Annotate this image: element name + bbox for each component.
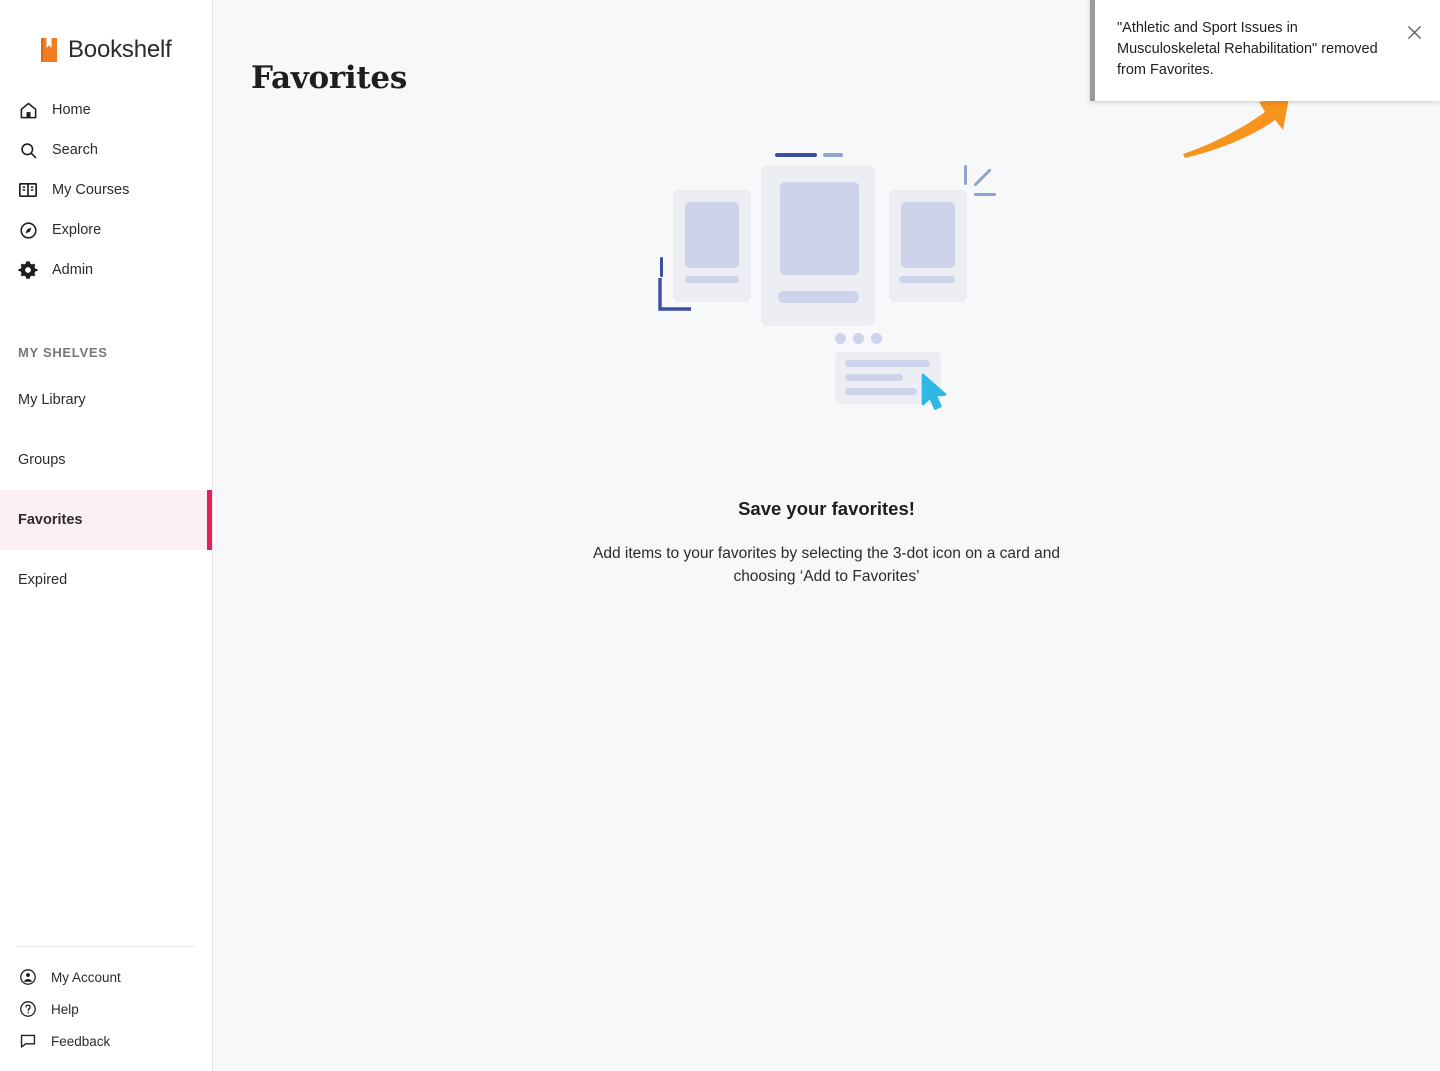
brand-name: Bookshelf [68, 36, 172, 63]
main-content: Favorites Save your favorites! Add items… [213, 0, 1440, 1071]
toast-notification: "Athletic and Sport Issues in Musculoske… [1090, 0, 1440, 101]
speech-bubble-icon [18, 1031, 38, 1051]
sidebar-item-search[interactable]: Search [0, 130, 212, 170]
sidebar-item-label: My Account [51, 969, 121, 985]
sidebar-item-label: My Courses [52, 182, 130, 198]
compass-icon [18, 220, 38, 240]
close-icon[interactable] [1402, 20, 1426, 44]
sidebar: Bookshelf Home Search My Courses Explore… [0, 0, 213, 1071]
app-root: Bookshelf Home Search My Courses Explore… [0, 0, 1440, 1071]
book-bookmark-icon [40, 37, 59, 63]
gear-icon [18, 260, 38, 280]
sidebar-item-my-library[interactable]: My Library [0, 370, 212, 430]
sidebar-item-my-courses[interactable]: My Courses [0, 170, 212, 210]
shelf-item-label: Groups [18, 452, 66, 468]
sidebar-item-my-account[interactable]: My Account [0, 961, 212, 993]
sidebar-item-help[interactable]: Help [0, 993, 212, 1025]
sidebar-item-label: Admin [52, 262, 94, 278]
sidebar-item-label: Help [51, 1001, 79, 1017]
shelves-list: My Library Groups Favorites Expired [0, 370, 212, 610]
sidebar-item-label: Home [52, 102, 91, 118]
brand-logo[interactable]: Bookshelf [0, 0, 212, 72]
sidebar-item-explore[interactable]: Explore [0, 210, 212, 250]
sidebar-item-admin[interactable]: Admin [0, 250, 212, 290]
toast-message: "Athletic and Sport Issues in Musculoske… [1117, 20, 1378, 78]
shelf-item-label: Favorites [18, 512, 83, 528]
account-circle-icon [18, 967, 38, 987]
sidebar-divider [18, 946, 194, 947]
sidebar-item-label: Explore [52, 222, 102, 238]
sidebar-footer: My Account Help Feedback [0, 946, 212, 1071]
sidebar-item-expired[interactable]: Expired [0, 550, 212, 610]
primary-nav: Home Search My Courses Explore Admin [0, 90, 212, 290]
empty-state-body: Add items to your favorites by selecting… [593, 545, 1060, 585]
sidebar-item-label: Feedback [51, 1033, 111, 1049]
search-icon [18, 140, 38, 160]
empty-state-heading: Save your favorites! [738, 498, 915, 519]
shelf-item-label: Expired [18, 572, 68, 588]
shelves-heading: MY SHELVES [18, 345, 108, 360]
book-cards-with-menu-illustration [647, 136, 1007, 436]
sidebar-item-favorites[interactable]: Favorites [0, 490, 212, 550]
question-circle-icon [18, 999, 38, 1019]
sidebar-item-feedback[interactable]: Feedback [0, 1025, 212, 1057]
shelf-item-label: My Library [18, 392, 86, 408]
sidebar-item-groups[interactable]: Groups [0, 430, 212, 490]
sidebar-item-home[interactable]: Home [0, 90, 212, 130]
empty-state: Save your favorites! Add items to your f… [213, 136, 1440, 588]
open-book-icon [18, 180, 38, 200]
home-icon [18, 100, 38, 120]
sidebar-item-label: Search [52, 142, 98, 158]
